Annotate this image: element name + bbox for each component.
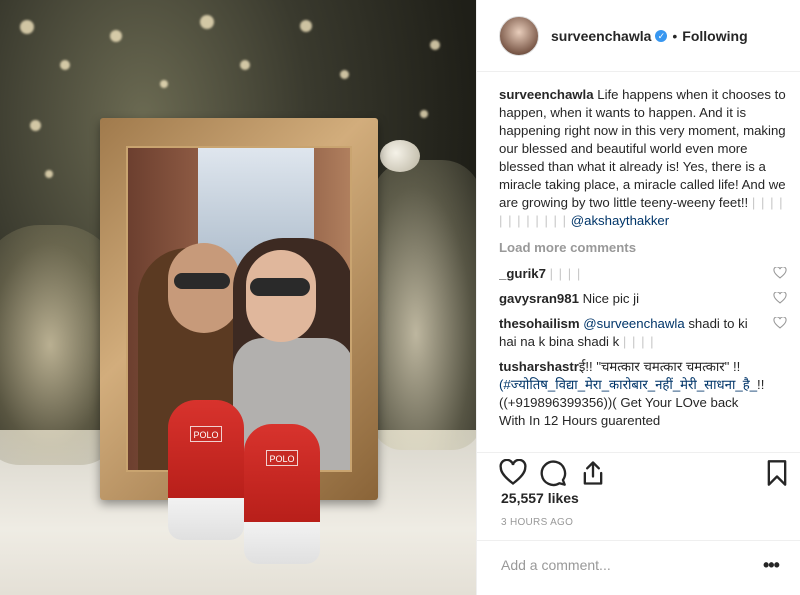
comment-text: ई!! "चमत्कार चमत्कार चमत्कार" !!	[578, 359, 741, 374]
post-caption: surveenchawla Life happens when it choos…	[499, 86, 789, 230]
comment-hidden-chars: | | | |	[549, 266, 582, 281]
bookmark-icon[interactable]	[763, 459, 791, 487]
share-icon[interactable]	[579, 459, 607, 487]
action-bar	[477, 452, 800, 488]
avatar[interactable]	[499, 15, 539, 56]
heart-icon[interactable]	[499, 459, 527, 487]
red-baby-shoe: POLO	[244, 424, 320, 564]
post-side-panel: surveenchawla ✓ • Following surveenchawl…	[476, 0, 800, 595]
following-button[interactable]: Following	[682, 28, 747, 44]
comment-username[interactable]: thesohailism	[499, 316, 580, 331]
comment-hidden-chars: | | | |	[622, 334, 655, 349]
comment-item: tusharshastrई!! "चमत्कार चमत्कार चमत्कार…	[499, 358, 789, 430]
post-header: surveenchawla ✓ • Following	[477, 0, 800, 72]
comment-username[interactable]: gavysran981	[499, 291, 579, 306]
comment-username[interactable]: _gurik7	[499, 266, 546, 281]
comment-username[interactable]: tusharshastr	[499, 359, 579, 374]
verified-badge-icon: ✓	[655, 29, 668, 42]
caption-mention[interactable]: @akshaythakker	[571, 213, 669, 228]
likes-count[interactable]: 25,557 likes	[501, 490, 579, 506]
comment-item: _gurik7 | | | |	[499, 265, 789, 283]
instagram-post-modal: POLO POLO surveenchawla ✓ • Following su…	[0, 0, 800, 595]
more-options-button[interactable]: •••	[763, 555, 780, 576]
comment-item: gavysran981 Nice pic ji	[499, 290, 789, 308]
post-photo[interactable]: POLO POLO	[0, 0, 476, 595]
comments-list[interactable]: surveenchawla Life happens when it choos…	[499, 86, 789, 450]
load-more-comments-button[interactable]: Load more comments	[499, 239, 789, 257]
heart-icon[interactable]	[773, 292, 787, 304]
caption-text: Life happens when it chooses to happen, …	[499, 87, 786, 210]
header-username[interactable]: surveenchawla	[551, 28, 651, 44]
comment-hashtag[interactable]: (#ज्योतिष_विद्या_मेरा_कारोबार_नहीं_मेरी_…	[499, 377, 757, 392]
add-comment-bar: •••	[477, 540, 800, 595]
comment-item: thesohailism @surveenchawla shadi to ki …	[499, 315, 789, 351]
heart-icon[interactable]	[773, 317, 787, 329]
comment-icon[interactable]	[539, 459, 567, 487]
heart-icon[interactable]	[773, 267, 787, 279]
caption-username[interactable]: surveenchawla	[499, 87, 594, 102]
comment-mention[interactable]: @surveenchawla	[583, 316, 684, 331]
comment-text: Nice pic ji	[582, 291, 640, 306]
separator-dot: •	[672, 27, 678, 44]
add-comment-input[interactable]	[501, 555, 741, 575]
red-baby-shoe: POLO	[168, 400, 244, 540]
post-timestamp[interactable]: 3 HOURS AGO	[501, 517, 573, 528]
